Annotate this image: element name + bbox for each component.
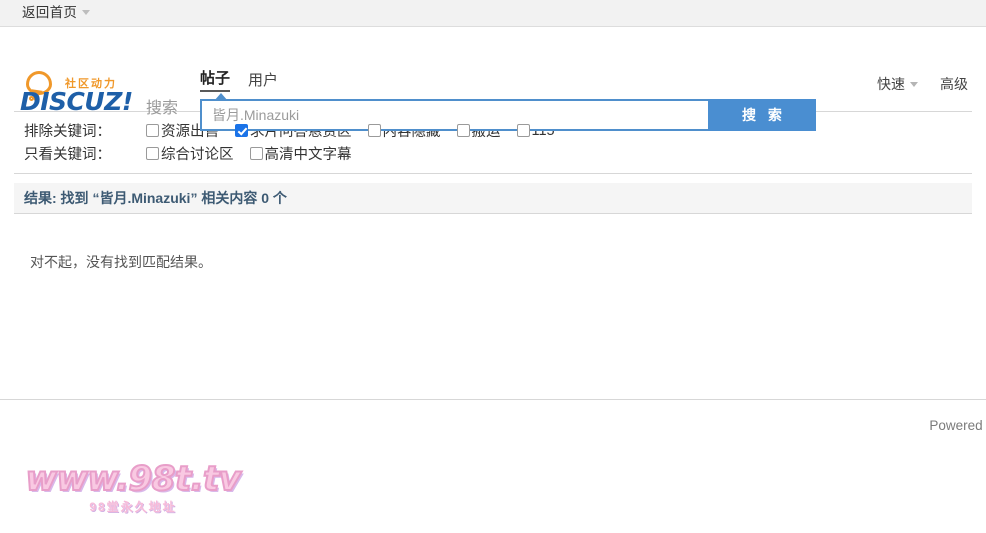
checkbox-icon[interactable] [146,147,159,160]
checkbox-icon[interactable] [235,124,248,137]
filter-label-text: 高清中文字幕 [264,147,352,163]
logo-wordmark: DISCUZ! [20,87,133,116]
checkbox-icon[interactable] [249,147,263,160]
search-header: 社区动力 DISCUZ! 搜索 帖子 用户 搜 索 快速 高级 [0,27,986,131]
logo-subtitle: 搜索 [146,100,179,117]
only-keywords-label: 只看关键词： [24,147,111,163]
search-scope-tabs: 帖子 用户 [200,70,278,92]
quick-search-label: 快速 [877,76,905,92]
page-footer: Powered by Discuz! X3.4 Cop [0,399,986,460]
back-to-home-label: 返回首页 [22,5,78,21]
filter-only-general-discussion[interactable]: 综合讨论区 [146,143,234,164]
search-form: 搜 索 [200,99,816,131]
search-submit-button[interactable]: 搜 索 [708,99,816,131]
top-utility-bar: 返回首页 [0,0,986,27]
results-summary-bar: 结果: 找到 “皆月.Minazuki” 相关内容 0 个 [14,183,972,214]
results-summary-text: 结果: 找到 “皆月.Minazuki” 相关内容 0 个 [24,190,287,206]
footer-credit: Powered by Discuz! X3.4 Cop [0,418,986,433]
only-keywords-row: 只看关键词： 综合讨论区 高清中文字幕 [24,142,972,165]
checkbox-icon[interactable] [516,124,530,137]
site-watermark: www.98t.tv 98堂永久地址 [22,459,244,524]
advanced-search-link[interactable]: 高级 [940,74,968,94]
filter-only-hd-chinese-subtitle[interactable]: 高清中文字幕 [249,143,352,164]
checkbox-icon[interactable] [456,124,470,137]
search-input[interactable] [200,99,708,131]
watermark-domain: www.98t.tv [25,459,242,499]
back-to-home-link[interactable]: 返回首页 [22,5,91,21]
no-results-message: 对不起，没有找到匹配结果。 [30,254,212,270]
search-mode-links: 快速 高级 [877,74,968,94]
filter-label-text: 综合讨论区 [161,147,234,163]
discuz-logo[interactable]: 社区动力 DISCUZ! 搜索 [20,69,198,121]
chevron-down-icon [82,10,91,16]
checkbox-icon[interactable] [146,124,159,137]
watermark-subtitle: 98堂永久地址 [89,500,177,514]
checkbox-icon[interactable] [367,124,381,137]
tab-users[interactable]: 用户 [248,72,278,92]
powered-by-label: Powered by [929,418,986,433]
quick-search-link[interactable]: 快速 [877,74,918,94]
chevron-down-icon [910,82,918,87]
tab-posts[interactable]: 帖子 [200,70,231,92]
exclude-keywords-label: 排除关键词： [24,124,111,140]
